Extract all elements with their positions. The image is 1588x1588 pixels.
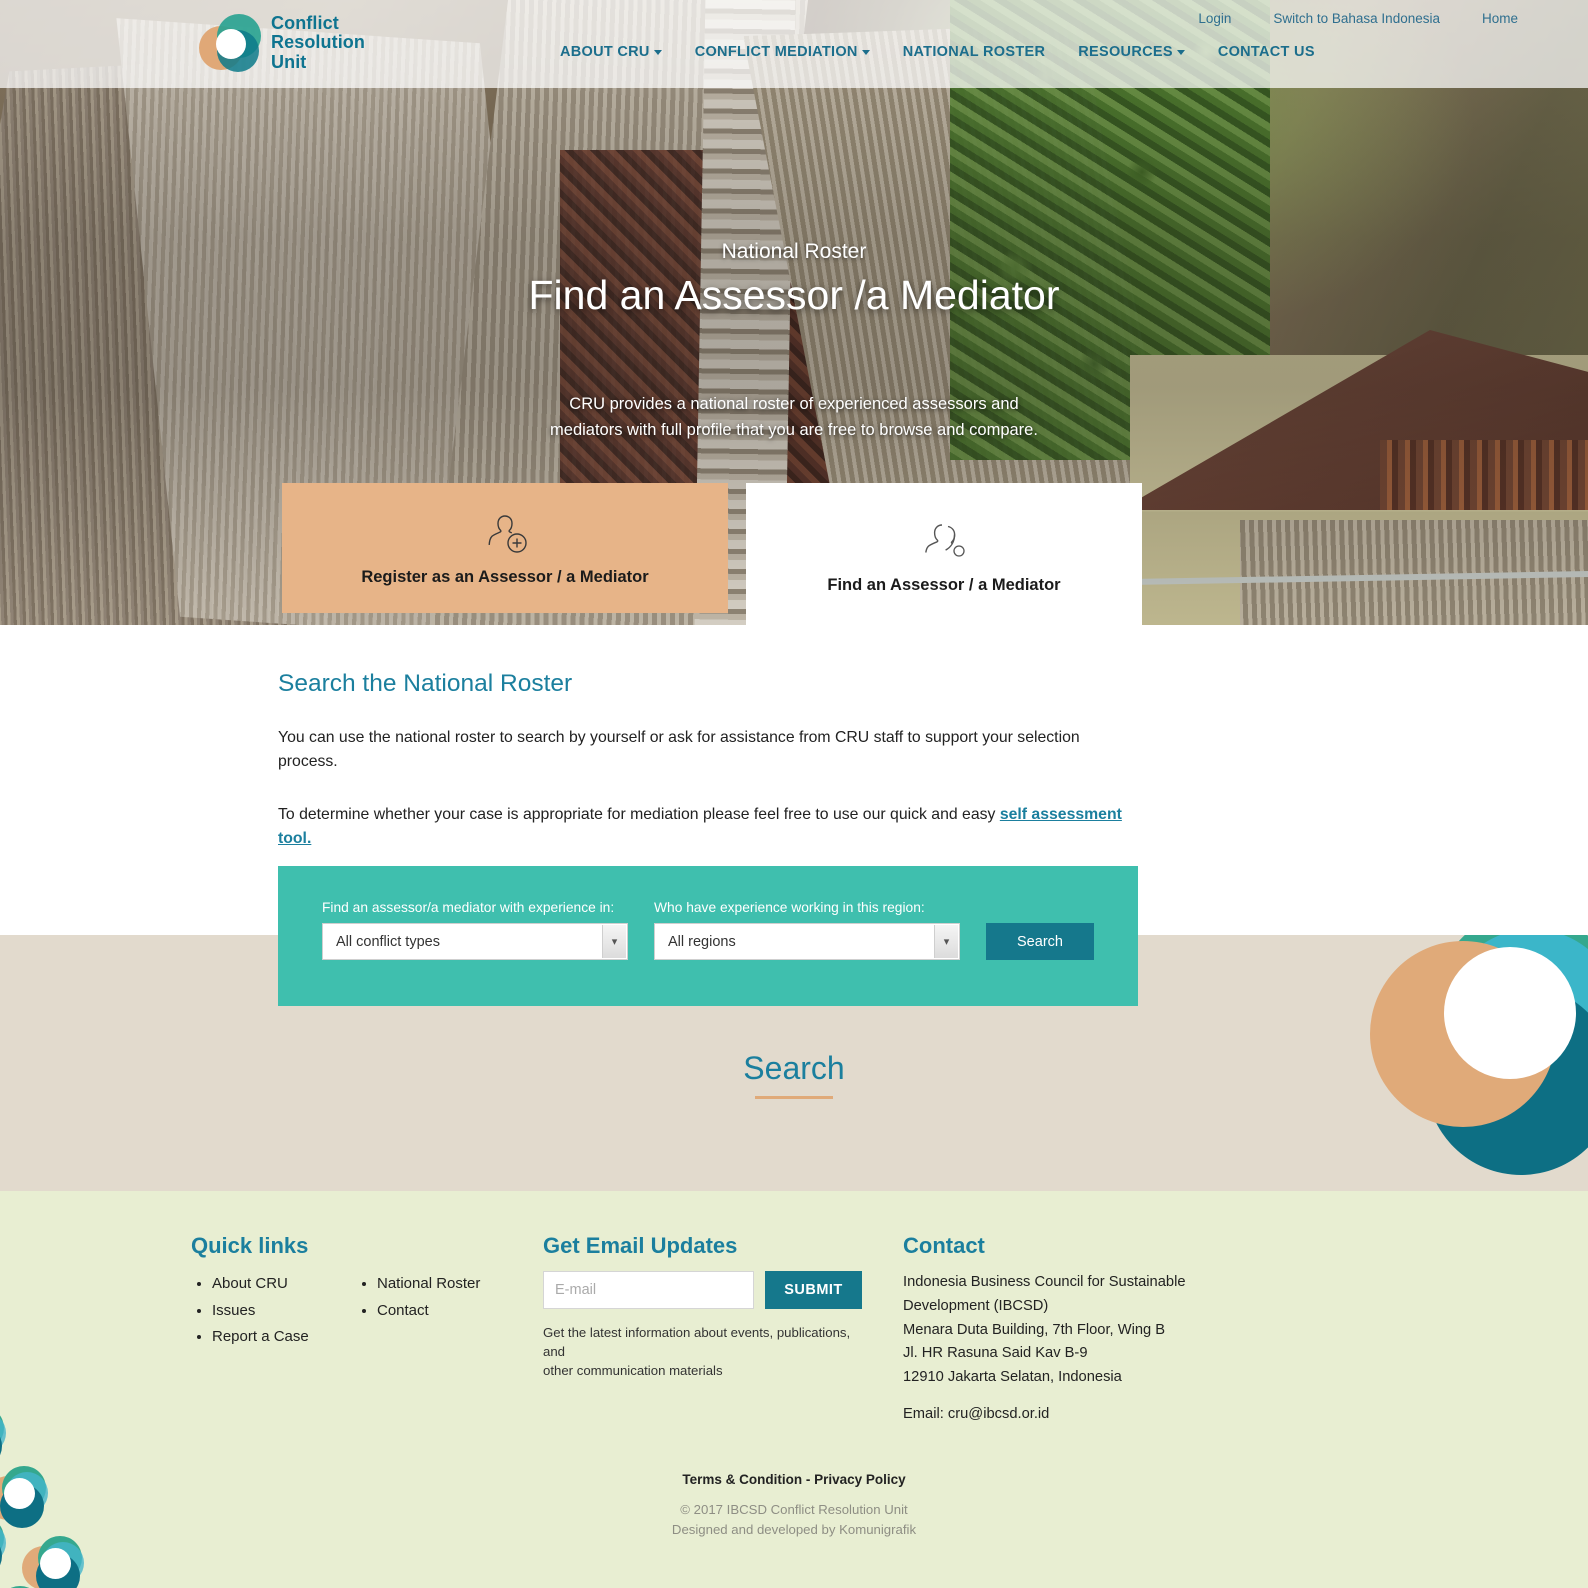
contact-email[interactable]: Email: cru@ibcsd.or.id: [903, 1406, 1233, 1422]
nav-label-conflict-mediation: CONFLICT MEDIATION: [694, 44, 858, 60]
nav-item-resources[interactable]: RESOURCES: [1078, 44, 1185, 60]
site-header: Conflict Resolution Unit Login Switch to…: [0, 0, 1588, 88]
email-updates-note: Get the latest information about events,…: [543, 1323, 863, 1380]
nav-label-about-cru: ABOUT CRU: [560, 44, 650, 60]
contact-address-line-2: Development (IBCSD): [903, 1297, 1049, 1314]
assessment-paragraph-text: To determine whether your case is approp…: [278, 805, 1000, 823]
logo-line-3: Unit: [271, 51, 307, 72]
utility-link-home[interactable]: Home: [1482, 11, 1518, 26]
nav-item-contact-us[interactable]: CONTACT US: [1218, 44, 1315, 60]
copyright-block: © 2017 IBCSD Conflict Resolution Unit De…: [0, 1500, 1588, 1541]
submit-button[interactable]: SUBMIT: [765, 1271, 862, 1309]
assessment-paragraph: To determine whether your case is approp…: [278, 803, 1138, 852]
quick-link-national-roster[interactable]: National Roster: [377, 1275, 480, 1292]
main-navigation: ABOUT CRU CONFLICT MEDIATION NATIONAL RO…: [560, 44, 1315, 60]
footer-quick-links: Quick links About CRU Issues Report a Ca…: [191, 1233, 543, 1422]
email-field[interactable]: [543, 1271, 754, 1309]
logo-line-1: Conflict: [271, 13, 339, 34]
register-as-assessor-card[interactable]: Register as an Assessor / a Mediator: [282, 483, 728, 613]
footer-contact: Contact Indonesia Business Council for S…: [903, 1233, 1233, 1422]
results-heading: Search: [743, 1050, 845, 1086]
find-assessor-label: Find an Assessor / a Mediator: [827, 575, 1061, 594]
email-updates-heading: Get Email Updates: [543, 1233, 738, 1258]
conflict-type-field: Find an assessor/a mediator with experie…: [322, 900, 628, 960]
list-item[interactable]: About CRU: [212, 1271, 356, 1298]
quick-link-contact[interactable]: Contact: [377, 1302, 429, 1319]
chevron-down-icon: [653, 49, 662, 55]
utility-nav: Login Switch to Bahasa Indonesia Home: [1198, 11, 1518, 26]
contact-heading: Contact: [903, 1233, 985, 1258]
quick-link-report-a-case[interactable]: Report a Case: [212, 1328, 309, 1345]
privacy-link[interactable]: Privacy Policy: [814, 1472, 906, 1487]
region-select[interactable]: All regions ▾: [654, 923, 960, 960]
cta-card-group: Register as an Assessor / a Mediator Fin…: [282, 483, 1142, 629]
page-title: Find an Assessor /a Mediator: [528, 272, 1060, 318]
list-item[interactable]: Contact: [377, 1298, 480, 1325]
region-value: All regions: [668, 933, 736, 950]
site-footer: Quick links About CRU Issues Report a Ca…: [0, 1191, 1588, 1588]
hero-subtitle: CRU provides a national roster of experi…: [0, 391, 1588, 444]
find-assessor-card[interactable]: Find an Assessor / a Mediator: [746, 483, 1142, 629]
hero-subtitle-line-1: CRU provides a national roster of experi…: [569, 395, 1019, 413]
quick-link-about-cru[interactable]: About CRU: [212, 1275, 288, 1292]
nav-item-conflict-mediation[interactable]: CONFLICT MEDIATION: [695, 44, 870, 60]
terms-link[interactable]: Terms & Condition: [682, 1472, 802, 1487]
user-search-icon: [925, 523, 965, 557]
contact-address-line-5: 12910 Jakarta Selatan, Indonesia: [903, 1369, 1122, 1386]
copyright-text: © 2017 IBCSD Conflict Resolution Unit: [680, 1502, 908, 1517]
utility-link-login[interactable]: Login: [1198, 11, 1231, 26]
contact-address-line-1: Indonesia Business Council for Sustainab…: [903, 1274, 1186, 1290]
region-label: Who have experience working in this regi…: [654, 900, 925, 915]
legal-separator: -: [802, 1472, 815, 1487]
hero-subtitle-line-2: mediators with full profile that you are…: [550, 421, 1038, 440]
footer-email-updates: Get Email Updates SUBMIT Get the latest …: [543, 1233, 901, 1422]
roster-search-form: Find an assessor/a mediator with experie…: [278, 866, 1138, 1006]
email-note-line-1: Get the latest information about events,…: [543, 1325, 851, 1360]
contact-address-line-3: Menara Duta Building, 7th Floor, Wing B: [903, 1321, 1166, 1338]
conflict-type-value: All conflict types: [336, 933, 440, 950]
hero-kicker: National Roster: [721, 240, 867, 263]
cru-logo-mark-icon: [199, 14, 261, 72]
nav-item-national-roster[interactable]: NATIONAL ROSTER: [903, 44, 1046, 60]
quick-links-column-2: National Roster Contact: [356, 1271, 480, 1351]
quick-links-column-1: About CRU Issues Report a Case: [191, 1271, 356, 1351]
chevron-down-icon[interactable]: ▾: [602, 925, 626, 958]
region-field: Who have experience working in this regi…: [654, 900, 960, 960]
conflict-type-select[interactable]: All conflict types ▾: [322, 923, 628, 960]
quick-link-issues[interactable]: Issues: [212, 1302, 255, 1319]
chevron-down-icon: [1176, 49, 1185, 55]
conflict-type-label: Find an assessor/a mediator with experie…: [322, 900, 615, 915]
utility-link-language-switch[interactable]: Switch to Bahasa Indonesia: [1273, 11, 1440, 26]
logo-line-2: Resolution: [271, 32, 365, 53]
list-item[interactable]: National Roster: [377, 1271, 480, 1298]
results-heading-block: Search: [0, 1050, 1588, 1099]
user-plus-icon: [488, 514, 527, 553]
list-item[interactable]: Issues: [212, 1298, 356, 1325]
site-logo[interactable]: Conflict Resolution Unit: [199, 14, 365, 72]
intro-paragraph: You can use the national roster to searc…: [278, 729, 1080, 771]
hero-copy: National Roster Find an Assessor /a Medi…: [0, 240, 1588, 444]
list-item[interactable]: Report a Case: [212, 1324, 356, 1351]
nav-label-resources: RESOURCES: [1078, 44, 1173, 60]
legal-links: Terms & Condition - Privacy Policy: [0, 1472, 1588, 1487]
footer-legal: Terms & Condition - Privacy Policy © 201…: [0, 1472, 1588, 1541]
contact-address-line-4: Jl. HR Rasuna Said Kav B-9: [903, 1345, 1088, 1362]
credit-text: Designed and developed by Komunigrafik: [671, 1522, 917, 1538]
section-title: Search the National Roster: [278, 670, 573, 697]
chevron-down-icon[interactable]: ▾: [934, 925, 958, 958]
nav-item-about-cru[interactable]: ABOUT CRU: [560, 44, 662, 60]
search-button[interactable]: Search: [986, 923, 1094, 960]
logo-wordmark: Conflict Resolution Unit: [271, 14, 365, 71]
register-as-assessor-label: Register as an Assessor / a Mediator: [361, 567, 649, 586]
quick-links-heading: Quick links: [191, 1233, 309, 1258]
heading-underline: [755, 1096, 833, 1099]
email-note-line-2: other communication materials: [543, 1363, 723, 1379]
chevron-down-icon: [861, 49, 870, 55]
